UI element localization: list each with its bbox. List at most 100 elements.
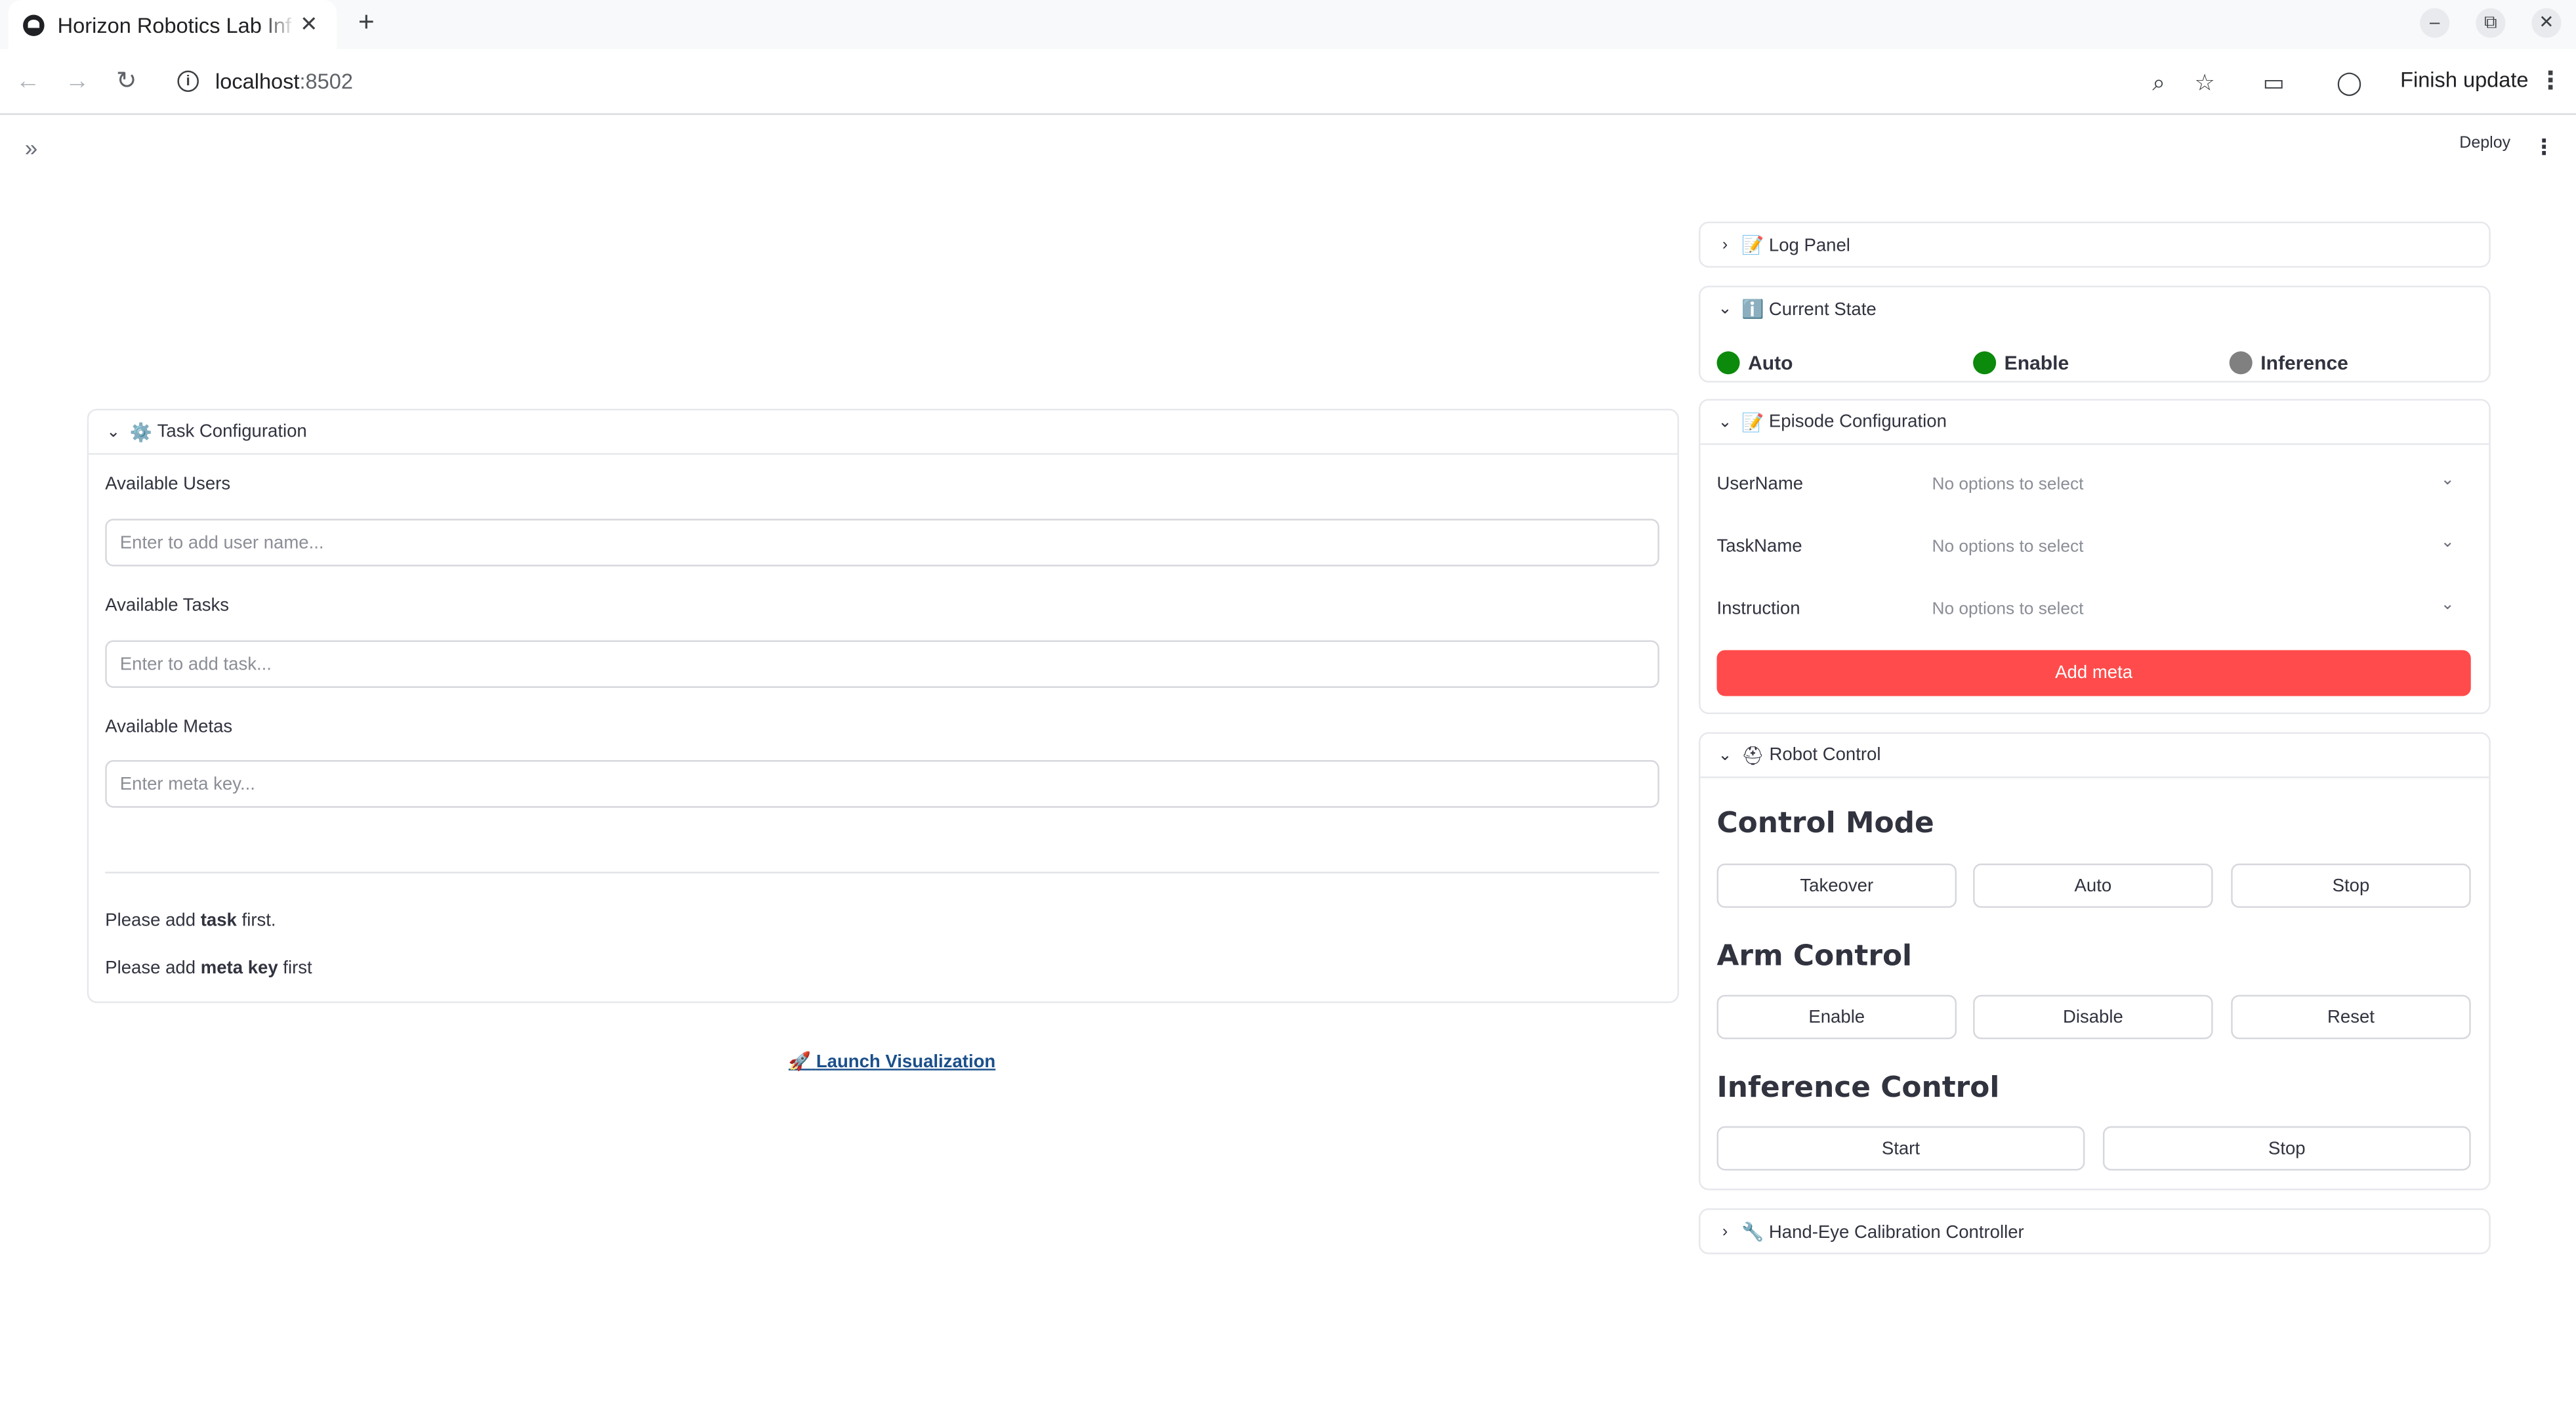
robot-control-header[interactable]: ⌄ ⛑ Robot Control: [1700, 734, 2489, 778]
username-select[interactable]: No options to select ⌄: [1915, 465, 2470, 504]
chevron-down-icon: ⌄: [106, 423, 121, 441]
add-task-note: Please add task first.: [105, 911, 276, 931]
select-value: No options to select: [1932, 474, 2084, 494]
select-value: No options to select: [1932, 599, 2084, 619]
status-dot-icon: [2229, 351, 2253, 375]
site-info-icon[interactable]: i: [177, 70, 199, 93]
info-icon: ℹ️: [1741, 300, 1764, 320]
deploy-button[interactable]: Deploy: [2459, 135, 2510, 153]
select-value: No options to select: [1932, 536, 2084, 557]
note-text: Please add: [105, 958, 201, 979]
status-dot-icon: [1973, 351, 1997, 375]
stop-mode-button[interactable]: Stop: [2231, 863, 2471, 908]
chevron-down-icon: ⌄: [2440, 471, 2455, 490]
url-field[interactable]: localhost:8502: [215, 69, 353, 94]
inference-control-heading: Inference Control: [1716, 1072, 2000, 1105]
arm-disable-button[interactable]: Disable: [1973, 994, 2213, 1040]
back-icon[interactable]: ←: [12, 66, 45, 98]
episode-configuration-title: Episode Configuration: [1768, 412, 1947, 432]
username-label: UserName: [1716, 474, 1804, 494]
finish-update-button[interactable]: Finish update: [2400, 68, 2528, 93]
gear-icon: ⚙️: [129, 423, 153, 443]
state-inference: Inference: [2229, 351, 2348, 375]
note-bold: task: [200, 911, 237, 931]
chevron-down-icon: ⌄: [1718, 746, 1732, 765]
chevron-down-icon: ⌄: [1718, 300, 1732, 319]
chevron-down-icon: ⌄: [2440, 533, 2455, 552]
forward-icon[interactable]: →: [61, 66, 94, 98]
app-menu-icon[interactable]: ⋮: [2533, 135, 2555, 161]
task-configuration-expander: ⌄ ⚙️ Task Configuration: [87, 408, 1679, 1004]
state-label: Auto: [1748, 351, 1793, 375]
browser-menu-icon[interactable]: ⋮: [2538, 66, 2563, 98]
instruction-label: Instruction: [1716, 599, 1800, 619]
status-dot-icon: [1716, 351, 1740, 375]
note-text: first: [278, 958, 312, 979]
divider: [105, 872, 1659, 874]
taskname-label: TaskName: [1716, 536, 1802, 557]
instruction-select[interactable]: No options to select ⌄: [1915, 589, 2470, 629]
arm-enable-button[interactable]: Enable: [1716, 994, 1957, 1040]
sidebar-expand-icon[interactable]: »: [18, 135, 45, 161]
launch-visualization-label: Launch Visualization: [816, 1052, 996, 1073]
browser-tab-bar: Horizon Robotics Lab Inf ✕ + – ⧉ ✕: [0, 0, 2576, 50]
arm-reset-button[interactable]: Reset: [2231, 994, 2471, 1040]
inference-stop-button[interactable]: Stop: [2102, 1126, 2471, 1171]
control-mode-heading: Control Mode: [1716, 807, 1934, 841]
bookmark-star-icon[interactable]: ☆: [2188, 66, 2221, 98]
hand-eye-calibration-header[interactable]: › 🔧 Hand-Eye Calibration Controller: [1700, 1210, 2489, 1254]
note-bold: meta key: [200, 958, 278, 979]
episode-configuration-header[interactable]: ⌄ 📝 Episode Configuration: [1700, 400, 2489, 445]
helmet-icon: ⛑: [1741, 746, 1765, 766]
launch-visualization-link[interactable]: 🚀 Launch Visualization: [788, 1051, 996, 1073]
hand-eye-calibration-title: Hand-Eye Calibration Controller: [1768, 1222, 2024, 1243]
tab-title: Horizon Robotics Lab Inf: [57, 12, 292, 37]
chevron-right-icon: ›: [1722, 1223, 1728, 1241]
arm-control-heading: Arm Control: [1716, 941, 1913, 974]
available-metas-label: Available Metas: [105, 717, 233, 738]
memo-icon: 📝: [1741, 236, 1764, 257]
current-state-header[interactable]: ⌄ ℹ️ Current State: [1700, 287, 2489, 332]
task-configuration-header[interactable]: ⌄ ⚙️ Task Configuration: [89, 410, 1678, 455]
memo-icon: 📝: [1741, 413, 1764, 433]
minimize-window-button[interactable]: –: [2420, 8, 2450, 38]
restore-window-button[interactable]: ⧉: [2476, 8, 2506, 38]
rocket-icon: 🚀: [788, 1052, 812, 1073]
robot-control-title: Robot Control: [1769, 745, 1881, 765]
tab-close-icon[interactable]: ✕: [296, 12, 322, 38]
log-panel-header[interactable]: › 📝 Log Panel: [1700, 223, 2489, 268]
auto-mode-button[interactable]: Auto: [1973, 863, 2213, 908]
available-users-input[interactable]: [105, 519, 1659, 566]
add-meta-button[interactable]: Add meta: [1716, 650, 2471, 696]
inference-start-button[interactable]: Start: [1716, 1126, 2085, 1171]
chevron-down-icon: ⌄: [1718, 413, 1732, 431]
current-state-title: Current State: [1768, 299, 1877, 320]
takeover-button[interactable]: Takeover: [1716, 863, 1957, 908]
state-label: Enable: [2004, 351, 2069, 375]
zoom-icon[interactable]: ⌕: [2142, 66, 2175, 98]
state-label: Inference: [2260, 351, 2348, 375]
taskname-select[interactable]: No options to select ⌄: [1915, 527, 2470, 566]
url-port: :8502: [299, 69, 353, 94]
available-tasks-label: Available Tasks: [105, 595, 230, 616]
reload-icon[interactable]: ↻: [110, 66, 143, 98]
new-tab-button[interactable]: +: [350, 7, 383, 39]
current-state-expander: ⌄ ℹ️ Current State: [1698, 286, 2491, 383]
url-host: localhost: [215, 69, 300, 94]
media-cast-icon[interactable]: ▭: [2257, 66, 2290, 98]
close-window-button[interactable]: ✕: [2531, 8, 2562, 38]
hand-eye-calibration-expander[interactable]: › 🔧 Hand-Eye Calibration Controller: [1698, 1208, 2491, 1254]
note-text: first.: [236, 911, 276, 931]
wrench-icon: 🔧: [1741, 1223, 1764, 1243]
available-tasks-input[interactable]: [105, 640, 1659, 688]
state-auto: Auto: [1716, 351, 1793, 375]
chevron-right-icon: ›: [1722, 236, 1728, 255]
log-panel-title: Log Panel: [1768, 235, 1850, 255]
chevron-down-icon: ⌄: [2440, 595, 2455, 614]
browser-tab[interactable]: Horizon Robotics Lab Inf ✕: [8, 0, 337, 50]
profile-icon[interactable]: ◯: [2333, 66, 2365, 98]
browser-address-bar: ← → ↻ i localhost:8502 ⌕ ☆ ▭ ◯ Finish up…: [0, 49, 2576, 116]
available-metas-input[interactable]: [105, 760, 1659, 808]
app-favicon-icon: [23, 14, 45, 35]
log-panel-expander[interactable]: › 📝 Log Panel: [1698, 221, 2491, 268]
